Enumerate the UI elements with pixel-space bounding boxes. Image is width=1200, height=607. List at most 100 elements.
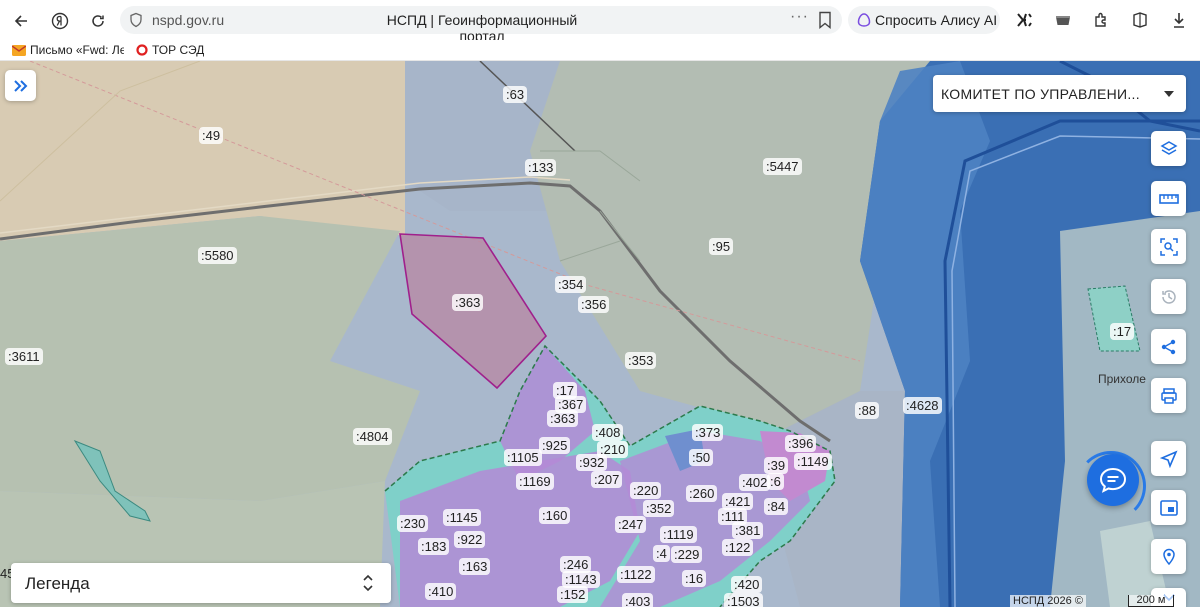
parcel-label[interactable]: :49 [199, 127, 224, 144]
parcel-label[interactable]: :381 [732, 522, 764, 539]
ask-alice-button[interactable]: Спросить Алису AI [848, 6, 1000, 34]
parcel-label[interactable]: :84 [764, 498, 789, 515]
parcel-label[interactable]: :352 [643, 500, 675, 517]
parcel-label[interactable]: :353 [625, 352, 657, 369]
shield-icon[interactable] [128, 12, 144, 28]
parcel-label[interactable]: :4 [653, 545, 670, 562]
parcel-label[interactable]: :1122 [617, 566, 655, 583]
parcel-label[interactable]: :5580 [198, 247, 237, 264]
parcel-label[interactable]: :403 [622, 593, 654, 607]
expand-collapse-icon[interactable] [363, 574, 373, 592]
parcel-label[interactable]: :122 [722, 539, 754, 556]
bookmark-item-mail[interactable]: Письмо «Fwd: Ле [12, 43, 124, 57]
parcel-label[interactable]: :1503 [724, 593, 763, 607]
ask-alice-label: Спросить Алису AI [875, 12, 998, 28]
parcel-label[interactable]: :229 [671, 546, 703, 563]
parcel-label[interactable]: :39 [764, 457, 789, 474]
parcel-label[interactable]: :230 [397, 515, 429, 532]
parcel-label[interactable]: :152 [557, 586, 589, 603]
parcel-label[interactable]: :356 [578, 296, 610, 313]
browser-toolbar: nspd.gov.ru НСПД | Геоинформационный пор… [0, 0, 1200, 44]
parcel-label[interactable]: :420 [731, 576, 763, 593]
parcel-label[interactable]: :363 [452, 294, 484, 311]
parcel-label[interactable]: :1119 [660, 526, 697, 543]
parcel-label[interactable]: :925 [539, 437, 571, 454]
parcel-label[interactable]: :410 [425, 583, 457, 600]
history-icon [1161, 289, 1176, 304]
location-pin-icon [1162, 548, 1175, 565]
map-canvas[interactable] [0, 61, 1200, 607]
area-search-button[interactable] [1151, 229, 1186, 264]
chat-assistant-button[interactable] [1087, 454, 1139, 506]
locate-button[interactable] [1151, 441, 1186, 476]
chat-bubble-icon [1099, 467, 1127, 493]
reload-icon[interactable] [85, 8, 111, 34]
parcel-label[interactable]: :922 [454, 531, 486, 548]
expand-panel-button[interactable] [5, 70, 36, 101]
parcel-label[interactable]: :16 [682, 570, 707, 587]
parcel-label[interactable]: :220 [630, 482, 662, 499]
parcel-label[interactable]: :63 [503, 86, 528, 103]
download-icon[interactable] [1169, 10, 1189, 30]
copyright-text: НСПД 2026 © [1010, 595, 1086, 607]
parcel-label[interactable]: :207 [591, 471, 623, 488]
download-manager-icon[interactable] [1053, 10, 1073, 30]
parcel-label[interactable]: :1105 [504, 449, 542, 466]
parcel-label[interactable]: :1149 [794, 453, 832, 470]
parcel-label[interactable]: :50 [689, 449, 714, 466]
legend-panel[interactable]: Легенда [11, 563, 391, 603]
parcel-label[interactable]: :3611 [5, 348, 43, 365]
caret-down-icon [1164, 91, 1174, 97]
more-icon[interactable]: ··· [790, 8, 809, 26]
parcel-label[interactable]: :183 [418, 538, 450, 555]
translate-icon[interactable] [1014, 10, 1034, 30]
legend-title: Легенда [25, 574, 90, 593]
minimap-button[interactable] [1151, 490, 1186, 525]
parcel-label[interactable]: :354 [555, 276, 587, 293]
organization-select-value: КОМИТЕТ ПО УПРАВЛЕНИ... [941, 86, 1140, 102]
area-select-icon [1159, 237, 1178, 256]
history-button[interactable] [1151, 279, 1186, 314]
parcel-label[interactable]: :17 [1110, 323, 1135, 340]
parcel-label[interactable]: :4628 [903, 397, 942, 414]
measure-button[interactable] [1151, 181, 1186, 216]
parcel-label[interactable]: :408 [592, 424, 624, 441]
bookmark-item-tor[interactable]: ТОР СЭД [136, 43, 204, 57]
parcel-label[interactable]: :4804 [353, 428, 392, 445]
back-icon[interactable] [8, 8, 34, 34]
organization-select[interactable]: КОМИТЕТ ПО УПРАВЛЕНИ... [933, 75, 1186, 112]
parcel-label[interactable]: :247 [615, 516, 647, 533]
parcel-label[interactable]: :396 [785, 435, 817, 452]
parcel-label[interactable]: :932 [576, 454, 608, 471]
extensions-icon[interactable] [1091, 10, 1111, 30]
parcel-label[interactable]: :88 [855, 402, 880, 419]
parcel-label[interactable]: :1145 [443, 509, 481, 526]
parcel-label[interactable]: :163 [459, 558, 491, 575]
parcel-label[interactable]: :260 [686, 485, 718, 502]
layers-button[interactable] [1151, 131, 1186, 166]
yandex-logo-icon[interactable] [47, 8, 73, 34]
parcel-label[interactable]: :363 [547, 410, 579, 427]
alice-icon [857, 13, 871, 27]
parcel-label[interactable]: :133 [525, 159, 557, 176]
parcel-label[interactable]: :373 [692, 424, 724, 441]
map-view[interactable]: :63 :49 :133 :5447 :95 :5580 :354 :356 :… [0, 61, 1200, 607]
selected-parcel[interactable] [399, 233, 548, 390]
parcel-label[interactable]: :402 [739, 474, 771, 491]
url-text[interactable]: nspd.gov.ru [152, 12, 224, 28]
bookmark-icon[interactable] [818, 11, 832, 29]
minimap-icon [1159, 499, 1178, 516]
print-button[interactable] [1151, 378, 1186, 413]
parcel-label[interactable]: :95 [709, 238, 734, 255]
geolocation-button[interactable] [1151, 539, 1186, 574]
parcel-label[interactable]: :160 [539, 507, 571, 524]
collections-icon[interactable] [1130, 10, 1150, 30]
printer-icon [1160, 387, 1177, 404]
address-bar[interactable]: nspd.gov.ru НСПД | Геоинформационный пор… [120, 6, 842, 44]
parcel-label[interactable]: :1169 [516, 473, 554, 490]
settlement-label: Прихоле [1098, 372, 1146, 386]
ring-icon [136, 44, 148, 56]
share-icon [1161, 339, 1175, 354]
parcel-label[interactable]: :5447 [763, 158, 802, 175]
share-button[interactable] [1151, 329, 1186, 364]
